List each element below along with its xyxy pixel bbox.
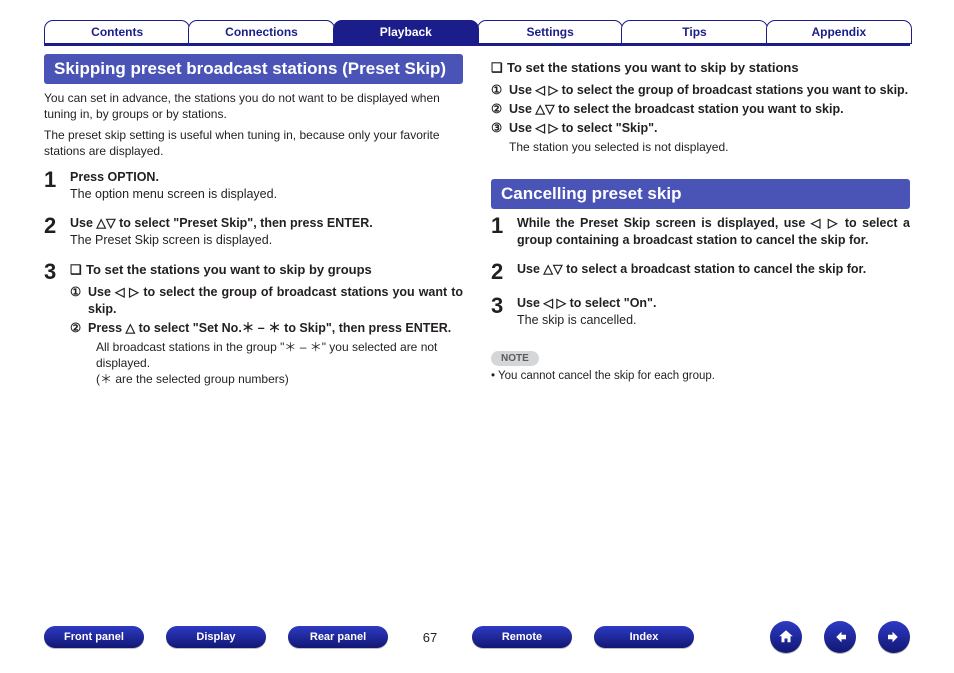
step-body: Use ◁ ▷ to select "On". The skip is canc… <box>517 295 910 329</box>
substep-2: ② Use △▽ to select the broadcast station… <box>491 101 910 118</box>
prev-page-button[interactable] <box>824 621 856 653</box>
step-list: 1 Press OPTION. The option menu screen i… <box>44 169 463 387</box>
skip-by-stations-heading: ❏ To set the stations you want to skip b… <box>491 60 910 76</box>
right-column: ❏ To set the stations you want to skip b… <box>491 54 910 399</box>
step-number: 1 <box>44 169 70 203</box>
footer-nav: Front panel Display Rear panel 67 Remote… <box>0 621 954 653</box>
link-rear-panel[interactable]: Rear panel <box>288 626 388 648</box>
checkbox-icon: ❏ <box>491 60 507 76</box>
substep-1: ① Use ◁ ▷ to select the group of broadca… <box>491 82 910 99</box>
tab-settings[interactable]: Settings <box>477 20 623 44</box>
substep-note: The station you selected is not displaye… <box>509 139 910 155</box>
next-page-button[interactable] <box>878 621 910 653</box>
page-content: Skipping preset broadcast stations (Pres… <box>0 46 954 399</box>
cancel-step-1: 1 While the Preset Skip screen is displa… <box>491 215 910 249</box>
step-number: 2 <box>491 261 517 283</box>
note-badge: NOTE <box>491 351 539 366</box>
page-number: 67 <box>410 630 450 645</box>
cancel-step-3: 3 Use ◁ ▷ to select "On". The skip is ca… <box>491 295 910 329</box>
step-number: 2 <box>44 215 70 249</box>
home-button[interactable] <box>770 621 802 653</box>
substep-2: ② Press △ to select "Set No.＊ – ＊ to Ski… <box>70 320 463 337</box>
step-body: Use △▽ to select "Preset Skip", then pre… <box>70 215 463 249</box>
step-body: While the Preset Skip screen is displaye… <box>517 215 910 249</box>
substep-note-1: All broadcast stations in the group "＊ –… <box>96 339 463 371</box>
skip-by-groups-heading: ❏ To set the stations you want to skip b… <box>70 261 463 279</box>
tab-playback[interactable]: Playback <box>333 20 479 44</box>
intro-paragraph-2: The preset skip setting is useful when t… <box>44 127 463 159</box>
substep-note-2: (＊ are the selected group numbers) <box>96 371 463 387</box>
substep-3: ③ Use ◁ ▷ to select "Skip". <box>491 120 910 137</box>
step-1: 1 Press OPTION. The option menu screen i… <box>44 169 463 203</box>
note-text: • You cannot cancel the skip for each gr… <box>491 370 910 382</box>
top-nav: Contents Connections Playback Settings T… <box>0 0 954 44</box>
step-number: 3 <box>44 261 70 388</box>
link-display[interactable]: Display <box>166 626 266 648</box>
arrow-left-icon <box>831 628 849 646</box>
link-index[interactable]: Index <box>594 626 694 648</box>
step-number: 1 <box>491 215 517 249</box>
home-icon <box>777 628 795 646</box>
section-heading-cancel-skip: Cancelling preset skip <box>491 179 910 209</box>
checkbox-icon: ❏ <box>70 261 86 279</box>
cancel-step-2: 2 Use △▽ to select a broadcast station t… <box>491 261 910 283</box>
step-body: Use △▽ to select a broadcast station to … <box>517 261 910 283</box>
tab-contents[interactable]: Contents <box>44 20 190 44</box>
step-body: ❏ To set the stations you want to skip b… <box>70 261 463 388</box>
tab-tips[interactable]: Tips <box>621 20 767 44</box>
intro-paragraph-1: You can set in advance, the stations you… <box>44 90 463 122</box>
arrow-right-icon <box>885 628 903 646</box>
left-column: Skipping preset broadcast stations (Pres… <box>44 54 463 399</box>
step-number: 3 <box>491 295 517 329</box>
link-front-panel[interactable]: Front panel <box>44 626 144 648</box>
tab-appendix[interactable]: Appendix <box>766 20 912 44</box>
section-heading-preset-skip: Skipping preset broadcast stations (Pres… <box>44 54 463 84</box>
step-2: 2 Use △▽ to select "Preset Skip", then p… <box>44 215 463 249</box>
step-3: 3 ❏ To set the stations you want to skip… <box>44 261 463 388</box>
link-remote[interactable]: Remote <box>472 626 572 648</box>
tab-connections[interactable]: Connections <box>188 20 334 44</box>
step-body: Press OPTION. The option menu screen is … <box>70 169 463 203</box>
substep-1: ① Use ◁ ▷ to select the group of broadca… <box>70 284 463 318</box>
